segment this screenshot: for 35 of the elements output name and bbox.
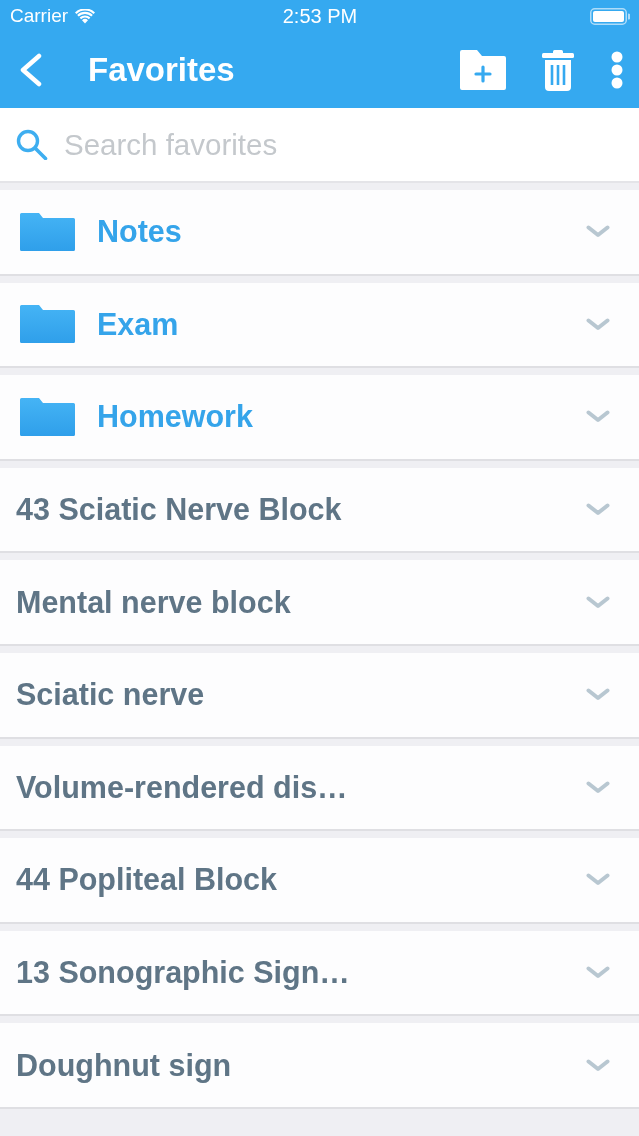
chevron-icon <box>586 410 610 424</box>
chevron-icon <box>586 503 610 517</box>
favorite-row[interactable]: Mental nerve block <box>0 560 639 646</box>
screen-title: Favorites <box>88 51 235 89</box>
chevron-icon <box>586 317 610 331</box>
favorite-row[interactable]: Volume-rendered dis… <box>0 745 639 832</box>
chevron-icon <box>586 873 610 887</box>
folder-icon <box>20 212 75 251</box>
chevron-icon <box>586 688 610 702</box>
chevron-icon <box>586 1058 610 1072</box>
folder-icon <box>20 305 75 344</box>
chevron-icon <box>586 595 610 609</box>
folder-plus-icon <box>460 50 506 90</box>
folder-row[interactable]: Notes <box>0 190 639 276</box>
battery-icon <box>590 7 630 25</box>
search-icon <box>16 129 48 160</box>
more-icon <box>610 51 624 89</box>
status-time: 2:53 PM <box>282 4 358 28</box>
chevron-icon <box>586 780 610 794</box>
wifi-icon <box>75 8 96 24</box>
trash-icon <box>542 49 574 91</box>
favorite-row[interactable]: 13 Sonographic Sign… <box>0 930 639 1017</box>
folder-row[interactable]: Exam <box>0 282 639 369</box>
new-folder-button[interactable] <box>457 47 509 93</box>
search-input[interactable]: Search favorites <box>64 122 623 167</box>
favorite-row[interactable]: Doughnut sign <box>0 1023 639 1109</box>
favorite-row[interactable]: Sciatic nerve <box>0 652 639 739</box>
folder-icon <box>20 398 75 436</box>
chevron-icon <box>586 966 610 980</box>
search-field[interactable]: Search favorites <box>0 108 639 183</box>
favorite-row[interactable]: 44 Popliteal Block <box>0 838 639 924</box>
folder-row[interactable]: Homework <box>0 375 639 461</box>
chevron-icon <box>586 225 610 239</box>
favorite-row[interactable]: 43 Sciatic Nerve Block <box>0 467 639 554</box>
carrier-name: Carrier <box>10 5 69 27</box>
